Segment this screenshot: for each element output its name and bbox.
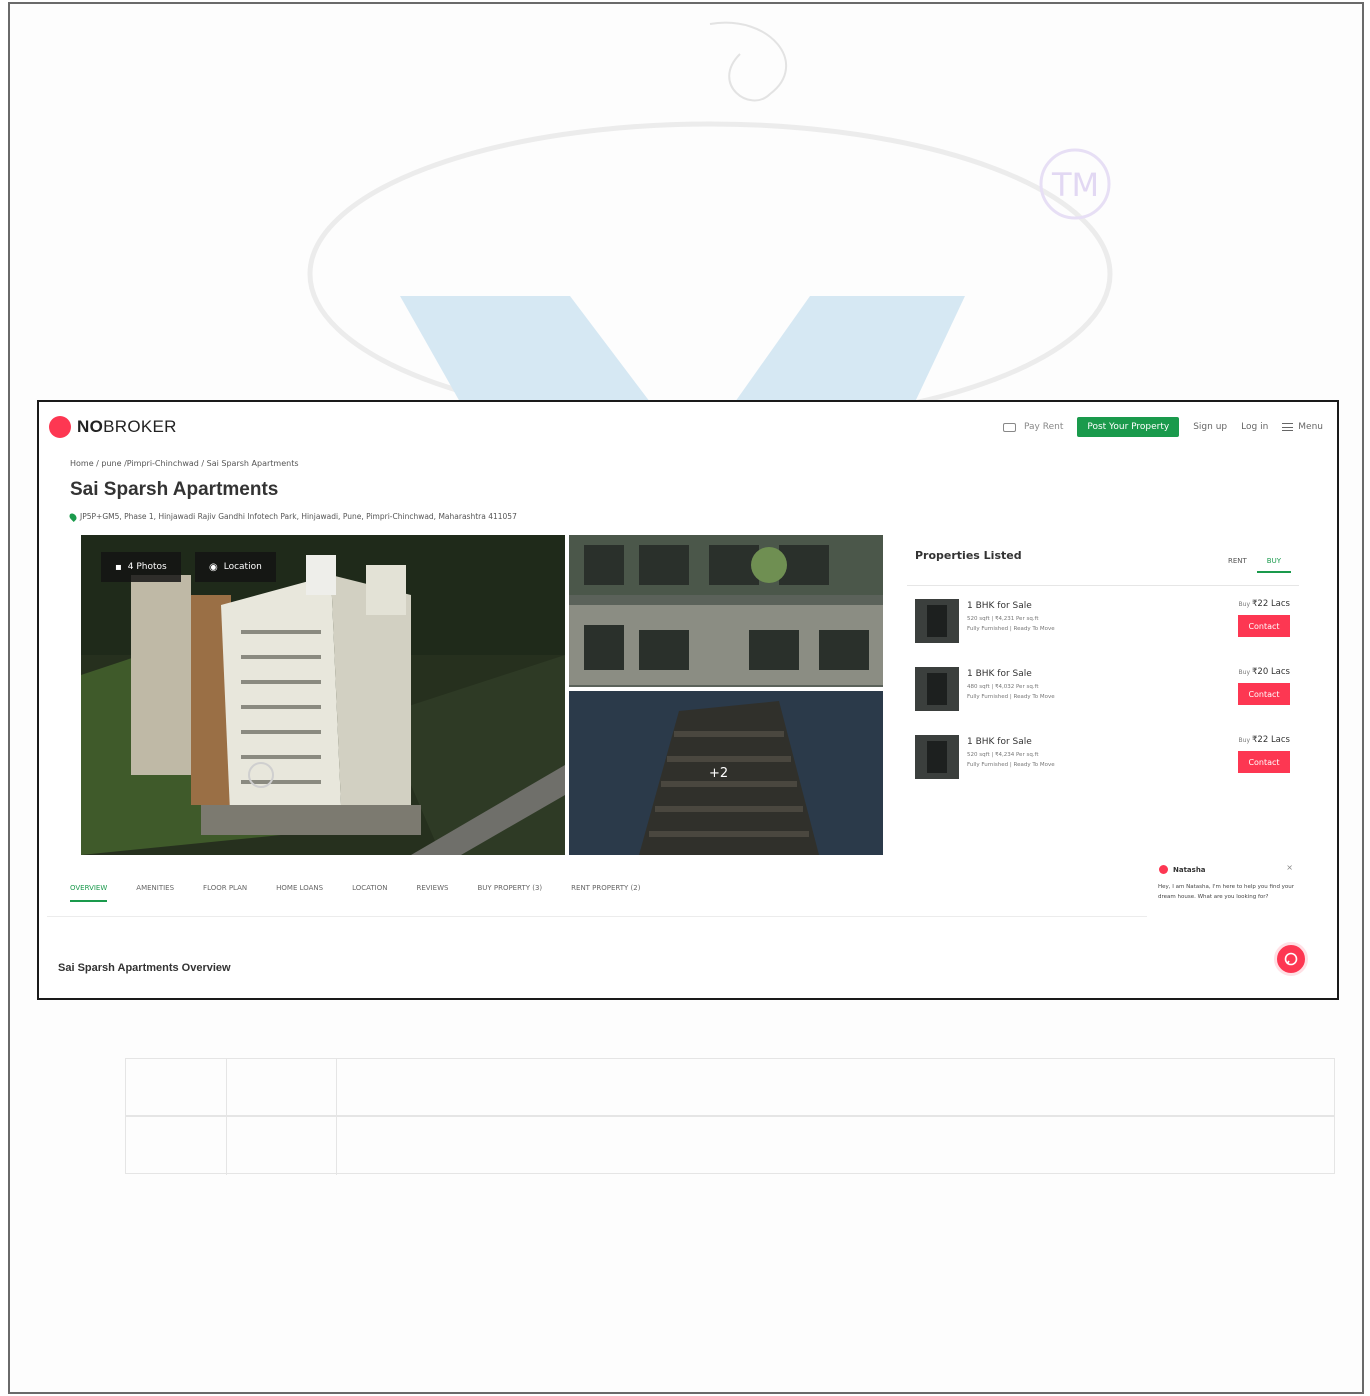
building-aerial-image [81,535,565,855]
website-screenshot: NOBROKER Pay Rent Post Your Property Sig… [37,400,1339,1000]
location-pin-icon [68,511,78,522]
divider [47,916,1147,917]
listing-thumbnail [915,667,959,711]
image-icon: ▪ [115,561,122,573]
pay-rent-link[interactable]: Pay Rent [1003,422,1063,432]
tab-reviews[interactable]: REVIEWS [417,884,449,902]
hamburger-icon [1282,423,1294,431]
listing-item[interactable]: 1 BHK for Sale 520 sqft | ₹4,234 Per sq.… [915,735,1295,785]
svg-text:TM: TM [1051,166,1099,204]
chat-bubble-icon [1284,952,1298,966]
contact-button[interactable]: Contact [1238,751,1290,773]
listing-heading: Properties Listed [915,549,1022,562]
listing-tabs: RENT BUY [1218,557,1291,573]
listing-item[interactable]: 1 BHK for Sale 520 sqft | ₹4,231 Per sq.… [915,599,1295,649]
credit-card-icon [1003,422,1016,432]
logo-mark-icon [49,416,71,438]
listing-price: Buy ₹22 Lacs [1238,599,1290,609]
divider [907,585,1299,586]
tab-overview[interactable]: OVERVIEW [70,884,108,902]
sign-up-link[interactable]: Sign up [1193,422,1227,432]
tab-rent-property[interactable]: RENT PROPERTY (2) [571,884,640,902]
property-photo-2[interactable] [569,535,883,687]
post-property-button[interactable]: Post Your Property [1077,417,1180,437]
tab-rent[interactable]: RENT [1218,557,1257,573]
chat-button[interactable] [1274,942,1308,976]
tab-location[interactable]: LOCATION [352,884,387,902]
compass-icon: ◉ [209,561,218,573]
main-property-photo[interactable] [81,535,565,855]
contact-button[interactable]: Contact [1238,683,1290,705]
property-address: JP5P+GM5, Phase 1, Hinjawadi Rajiv Gandh… [68,511,517,522]
overview-heading: Sai Sparsh Apartments Overview [58,962,231,974]
breadcrumb[interactable]: Home / pune /Pimpri-Chinchwad / Sai Spar… [70,459,299,468]
location-button[interactable]: ◉ Location [195,552,276,582]
listing-price: Buy ₹20 Lacs [1238,667,1290,677]
menu-button[interactable]: Menu [1282,422,1323,432]
chat-popup: Natasha × Hey, I am Natasha, I'm here to… [1149,857,1299,932]
building-facade-image [569,535,883,687]
tab-home-loans[interactable]: HOME LOANS [276,884,323,902]
listing-thumbnail [915,599,959,643]
faded-doc-table [125,1044,1335,1175]
nobroker-logo[interactable]: NOBROKER [49,416,177,438]
listing-price: Buy ₹22 Lacs [1238,735,1290,745]
contact-button[interactable]: Contact [1238,615,1290,637]
photos-button[interactable]: ▪ 4 Photos [101,552,181,582]
tab-buy[interactable]: BUY [1256,557,1291,573]
listing-thumbnail [915,735,959,779]
more-photos-count[interactable]: +2 [709,766,728,781]
header-nav: Pay Rent Post Your Property Sign up Log … [1003,417,1323,437]
tab-buy-property[interactable]: BUY PROPERTY (3) [477,884,542,902]
chat-agent-name: Natasha [1173,865,1206,874]
chat-message: Hey, I am Natasha, I'm here to help you … [1158,884,1295,900]
listing-item[interactable]: 1 BHK for Sale 480 sqft | ₹4,032 Per sq.… [915,667,1295,717]
log-in-link[interactable]: Log in [1241,422,1268,432]
page-title: Sai Sparsh Apartments [70,479,279,500]
tab-floor-plan[interactable]: FLOOR PLAN [203,884,247,902]
close-icon[interactable]: × [1286,863,1293,872]
section-tabs: OVERVIEW AMENITIES FLOOR PLAN HOME LOANS… [70,884,669,902]
top-navbar: NOBROKER Pay Rent Post Your Property Sig… [39,402,1337,452]
tab-amenities[interactable]: AMENITIES [136,884,174,902]
agent-avatar [1159,865,1168,874]
